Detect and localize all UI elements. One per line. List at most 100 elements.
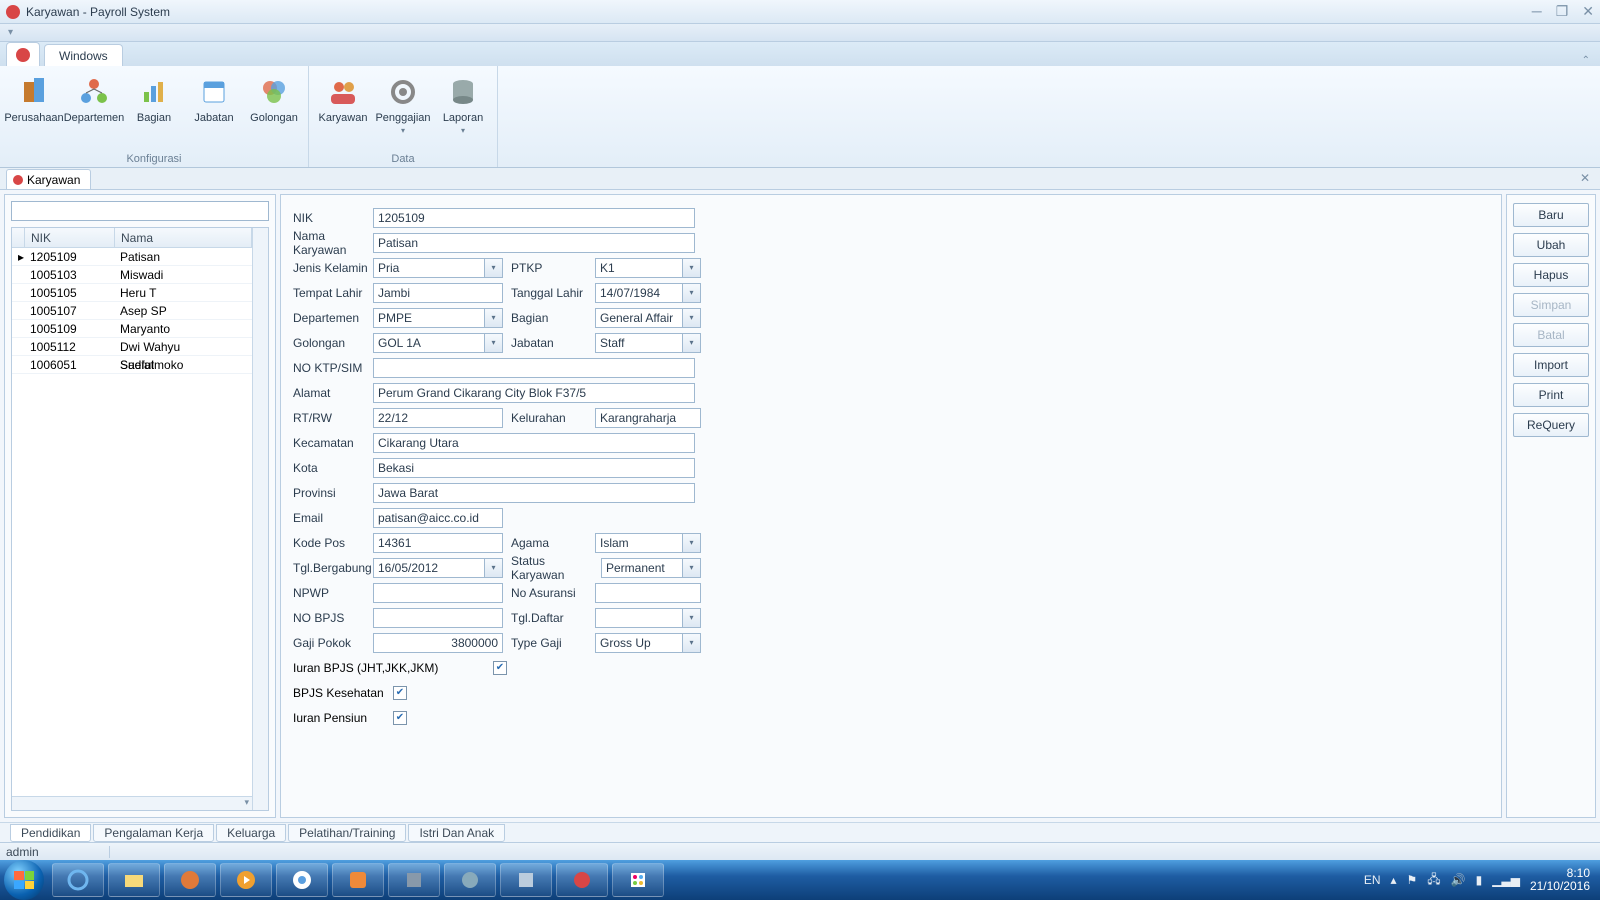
chevron-down-icon[interactable]: ▾ [682,634,700,652]
chevron-down-icon[interactable]: ▾ [682,334,700,352]
taskbar-app2[interactable] [444,863,496,897]
table-row[interactable]: 1006051Saeful [12,356,252,374]
tgljoin-field[interactable]: 16/05/2012▾ [373,558,503,578]
ribbon-bagian[interactable]: Bagian [124,70,184,151]
print-button[interactable]: Print [1513,383,1589,407]
ktp-field[interactable] [373,358,695,378]
status-combo[interactable]: Permanent▾ [601,558,701,578]
chevron-down-icon[interactable]: ▾ [682,284,700,302]
lang-indicator[interactable]: EN [1364,873,1381,887]
detail-tab[interactable]: Pendidikan [10,824,91,842]
doc-close-icon[interactable]: ✕ [1580,171,1590,185]
ribbon-karyawan[interactable]: Karyawan [313,70,373,151]
email-field[interactable]: patisan@aicc.co.id [373,508,503,528]
ribbon-departemen[interactable]: Departemen [64,70,124,151]
close-icon[interactable]: ✕ [1582,3,1594,20]
simpan-button[interactable]: Simpan [1513,293,1589,317]
scrollbar[interactable] [252,228,268,810]
batal-button[interactable]: Batal [1513,323,1589,347]
ribbon-jabatan[interactable]: Jabatan [184,70,244,151]
ribbon-golongan[interactable]: Golongan [244,70,304,151]
table-row[interactable]: 1005112Dwi Wahyu Sudiatmoko [12,338,252,356]
chevron-down-icon[interactable]: ▾ [682,609,700,627]
tray-wifi-icon[interactable]: ▁▃▅ [1492,873,1520,887]
taskbar-explorer[interactable] [108,863,160,897]
taskbar-media[interactable] [220,863,272,897]
taskbar-ie[interactable] [52,863,104,897]
jabatan-combo[interactable]: Staff▾ [595,333,701,353]
ribbon-penggajian[interactable]: Penggajian▾ [373,70,433,151]
detail-tab[interactable]: Pengalaman Kerja [93,824,214,842]
ubah-button[interactable]: Ubah [1513,233,1589,257]
ribbon-tab-windows[interactable]: Windows [44,44,123,66]
chevron-down-icon[interactable]: ▾ [682,559,700,577]
rtrw-field[interactable]: 22/12 [373,408,503,428]
detail-tab[interactable]: Istri Dan Anak [408,824,505,842]
tray-up-icon[interactable]: ▴ [1391,873,1397,887]
gol-combo[interactable]: GOL 1A▾ [373,333,503,353]
agama-combo[interactable]: Islam▾ [595,533,701,553]
tray-vol-icon[interactable]: 🔊 [1451,873,1466,887]
employee-grid[interactable]: NIK Nama ▸1205109Patisan1005103Miswadi10… [11,227,269,811]
gaji-field[interactable]: 3800000 [373,633,503,653]
npwp-field[interactable] [373,583,503,603]
chevron-down-icon[interactable]: ▾ [484,259,502,277]
taskbar-app1[interactable] [388,863,440,897]
taskbar-payroll[interactable] [556,863,608,897]
bpjs-field[interactable] [373,608,503,628]
chevron-down-icon[interactable]: ▾ [484,309,502,327]
bpjs-kes-checkbox[interactable]: ✔ [393,686,407,700]
tlahir-field[interactable]: Jambi [373,283,503,303]
chevron-down-icon[interactable]: ▾ [484,334,502,352]
chevron-down-icon[interactable]: ▾ [484,559,502,577]
taskbar-app3[interactable] [500,863,552,897]
chevron-down-icon[interactable]: ▾ [682,259,700,277]
tray-clock[interactable]: 8:10 21/10/2016 [1530,867,1590,893]
tgldaftar-field[interactable]: ▾ [595,608,701,628]
chevron-down-icon[interactable]: ▾ [682,534,700,552]
search-input[interactable] [11,201,269,221]
detail-tab[interactable]: Keluarga [216,824,286,842]
kodepos-field[interactable]: 14361 [373,533,503,553]
tray-flag-icon[interactable]: ⚑ [1407,873,1418,887]
col-nik[interactable]: NIK [25,228,115,247]
tgllahir-field[interactable]: 14/07/1984▾ [595,283,701,303]
dept-combo[interactable]: PMPE▾ [373,308,503,328]
ribbon-perusahaan[interactable]: Perusahaan [4,70,64,151]
baru-button[interactable]: Baru [1513,203,1589,227]
iuran-pensiun-checkbox[interactable]: ✔ [393,711,407,725]
table-row[interactable]: 1005105Heru T [12,284,252,302]
table-row[interactable]: ▸1205109Patisan [12,248,252,266]
table-row[interactable]: 1005103Miswadi [12,266,252,284]
iuran-bpjs-checkbox[interactable]: ✔ [493,661,507,675]
scroll-down-icon[interactable]: ▾ [241,797,252,810]
taskbar-chrome[interactable] [276,863,328,897]
doc-tab-karyawan[interactable]: Karyawan [6,169,91,189]
nik-field[interactable]: 1205109 [373,208,695,228]
prov-field[interactable]: Jawa Barat [373,483,695,503]
asuransi-field[interactable] [595,583,701,603]
detail-tab[interactable]: Pelatihan/Training [288,824,406,842]
restore-icon[interactable]: ❐ [1556,3,1569,20]
hapus-button[interactable]: Hapus [1513,263,1589,287]
alamat-field[interactable]: Perum Grand Cikarang City Blok F37/5 [373,383,695,403]
import-button[interactable]: Import [1513,353,1589,377]
ribbon-laporan[interactable]: Laporan▾ [433,70,493,151]
tipegaji-combo[interactable]: Gross Up▾ [595,633,701,653]
minimize-icon[interactable]: ─ [1532,3,1542,20]
taskbar-paint[interactable] [612,863,664,897]
jk-combo[interactable]: Pria▾ [373,258,503,278]
qat-dropdown-icon[interactable]: ▾ [8,27,13,38]
app-menu-button[interactable] [6,42,40,66]
nama-field[interactable]: Patisan [373,233,695,253]
requery-button[interactable]: ReQuery [1513,413,1589,437]
tray-net-icon[interactable]: 🖧 [1427,870,1440,891]
chevron-down-icon[interactable]: ▾ [682,309,700,327]
table-row[interactable]: 1005109Maryanto [12,320,252,338]
tray-battery-icon[interactable]: ▮ [1476,873,1483,887]
ribbon-collapse-icon[interactable]: ⌃ [1582,55,1590,66]
kota-field[interactable]: Bekasi [373,458,695,478]
start-button[interactable] [4,860,44,900]
kel-field[interactable]: Karangraharja [595,408,701,428]
taskbar-xampp[interactable] [332,863,384,897]
